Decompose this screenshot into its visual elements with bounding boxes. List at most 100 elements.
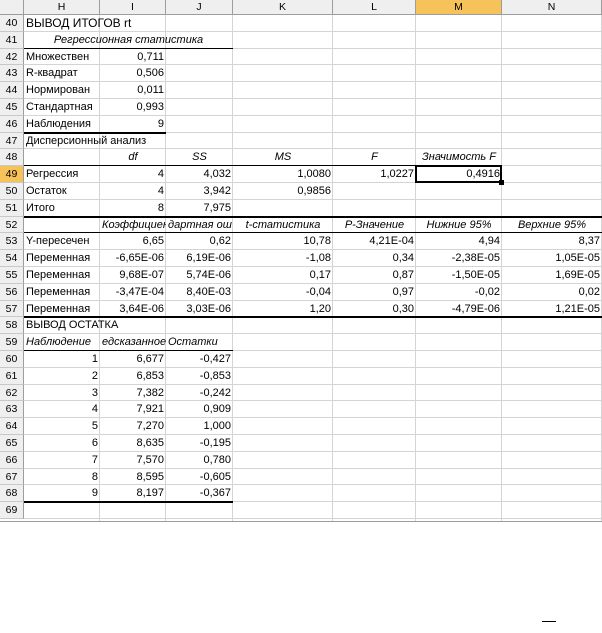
row-header-60[interactable]: 60 [0, 351, 24, 368]
cell-i67[interactable]: 8,595 [100, 469, 166, 485]
row-header-67[interactable]: 67 [0, 469, 24, 485]
cell-h50[interactable]: Остаток [24, 183, 100, 200]
cell-n54[interactable]: 1,05E-05 [502, 250, 602, 267]
cell-j61[interactable]: -0,853 [166, 368, 233, 385]
cell-h59[interactable]: Наблюдение [24, 334, 100, 351]
cell-l49[interactable]: 1,0227 [333, 166, 416, 183]
column-header-n[interactable]: N [502, 0, 602, 15]
cell-k53[interactable]: 10,78 [233, 233, 333, 250]
cell-i60[interactable]: 6,677 [100, 351, 166, 368]
cell-m52[interactable]: Нижние 95% [416, 217, 502, 233]
cell-i61[interactable]: 6,853 [100, 368, 166, 385]
cell-h63[interactable]: 4 [24, 401, 100, 418]
cell-h56[interactable]: Переменная [24, 284, 100, 301]
column-header-j[interactable]: J [166, 0, 233, 15]
cell-h49[interactable]: Регрессия [24, 166, 100, 183]
row-header-55[interactable]: 55 [0, 267, 24, 284]
cell-k55[interactable]: 0,17 [233, 267, 333, 284]
cell-h46[interactable]: Наблюдения [24, 116, 100, 133]
cell-h68[interactable]: 9 [24, 485, 100, 502]
cell-h53[interactable]: Y-пересечен [24, 233, 100, 250]
cell-l55[interactable]: 0,87 [333, 267, 416, 284]
row-header-69[interactable]: 69 [0, 502, 24, 519]
cell-j64[interactable]: 1,000 [166, 418, 233, 435]
cell-j60[interactable]: -0,427 [166, 351, 233, 368]
cell-i48[interactable]: df [100, 149, 166, 166]
cell-j63[interactable]: 0,909 [166, 401, 233, 418]
cell-i68[interactable]: 8,197 [100, 485, 166, 502]
cell-i66[interactable]: 7,570 [100, 452, 166, 469]
cell-h57[interactable]: Переменная [24, 301, 100, 317]
row-header-46[interactable]: 46 [0, 116, 24, 133]
cell-k48[interactable]: MS [233, 149, 333, 166]
cell-h52[interactable] [24, 217, 100, 233]
cell-n52[interactable]: Верхние 95% [502, 217, 602, 233]
cell-k52[interactable]: t-статистика [233, 217, 333, 233]
row-header-47[interactable]: 47 [0, 133, 24, 149]
cell-l53[interactable]: 4,21E-04 [333, 233, 416, 250]
row-header-57[interactable]: 57 [0, 301, 24, 317]
row-header-43[interactable]: 43 [0, 65, 24, 82]
column-header-i[interactable]: I [100, 0, 166, 15]
cell-h54[interactable]: Переменная [24, 250, 100, 267]
cell-m53[interactable]: 4,94 [416, 233, 502, 250]
cell-h58[interactable]: ВЫВОД ОСТАТКА [24, 317, 254, 334]
cell-j50[interactable]: 3,942 [166, 183, 233, 200]
cell-i51[interactable]: 8 [100, 200, 166, 217]
row-header-51[interactable]: 51 [0, 200, 24, 217]
cell-i64[interactable]: 7,270 [100, 418, 166, 435]
row-header-61[interactable]: 61 [0, 368, 24, 385]
row-header-44[interactable]: 44 [0, 82, 24, 99]
column-header-h[interactable]: H [24, 0, 100, 15]
cell-h60[interactable]: 1 [24, 351, 100, 368]
cell-i57[interactable]: 3,64E-06 [100, 301, 166, 317]
cell-i43[interactable]: 0,506 [100, 65, 166, 82]
row-header-53[interactable]: 53 [0, 233, 24, 250]
cell-i59[interactable]: едсказанное [100, 334, 166, 351]
cell-i56[interactable]: -3,47E-04 [100, 284, 166, 301]
cell-h51[interactable]: Итого [24, 200, 100, 217]
column-header-l[interactable]: L [333, 0, 416, 15]
row-header-63[interactable]: 63 [0, 401, 24, 418]
cell-h64[interactable]: 5 [24, 418, 100, 435]
cell-k49[interactable]: 1,0080 [233, 166, 333, 183]
row-header-59[interactable]: 59 [0, 334, 24, 351]
cell-l57[interactable]: 0,30 [333, 301, 416, 317]
cell-h41[interactable]: Регрессионная статистика [24, 32, 233, 49]
cell-j48[interactable]: SS [166, 149, 233, 166]
cell-h44[interactable]: Нормирован [24, 82, 100, 99]
cell-k56[interactable]: -0,04 [233, 284, 333, 301]
cell-j51[interactable]: 7,975 [166, 200, 233, 217]
cell-k57[interactable]: 1,20 [233, 301, 333, 317]
cell-l54[interactable]: 0,34 [333, 250, 416, 267]
cell-h61[interactable]: 2 [24, 368, 100, 385]
cell-m54[interactable]: -2,38E-05 [416, 250, 502, 267]
row-header-68[interactable]: 68 [0, 485, 24, 502]
cell-h42[interactable]: Множествен [24, 49, 100, 65]
cell-i45[interactable]: 0,993 [100, 99, 166, 116]
cell-m55[interactable]: -1,50E-05 [416, 267, 502, 284]
cell-j62[interactable]: -0,242 [166, 385, 233, 401]
cell-i62[interactable]: 7,382 [100, 385, 166, 401]
cell-i42[interactable]: 0,711 [100, 49, 166, 65]
row-header-56[interactable]: 56 [0, 284, 24, 301]
cell-n56[interactable]: 0,02 [502, 284, 602, 301]
column-header-k[interactable]: K [233, 0, 333, 15]
cell-j65[interactable]: -0,195 [166, 435, 233, 452]
cell-h55[interactable]: Переменная [24, 267, 100, 284]
cell-i63[interactable]: 7,921 [100, 401, 166, 418]
cell-i46[interactable]: 9 [100, 116, 166, 133]
row-header-64[interactable]: 64 [0, 418, 24, 435]
row-header-45[interactable]: 45 [0, 99, 24, 116]
cell-h47[interactable]: Дисперсионный анализ [24, 133, 254, 149]
selected-cell-m49[interactable] [415, 165, 502, 183]
cell-h43[interactable]: R-квадрат [24, 65, 100, 82]
cell-i44[interactable]: 0,011 [100, 82, 166, 99]
cell-n53[interactable]: 8,37 [502, 233, 602, 250]
cell-j66[interactable]: 0,780 [166, 452, 233, 469]
cell-l52[interactable]: P-Значение [333, 217, 416, 233]
row-header-40[interactable]: 40 [0, 15, 24, 32]
cell-i65[interactable]: 8,635 [100, 435, 166, 452]
row-header-50[interactable]: 50 [0, 183, 24, 200]
cell-i50[interactable]: 4 [100, 183, 166, 200]
